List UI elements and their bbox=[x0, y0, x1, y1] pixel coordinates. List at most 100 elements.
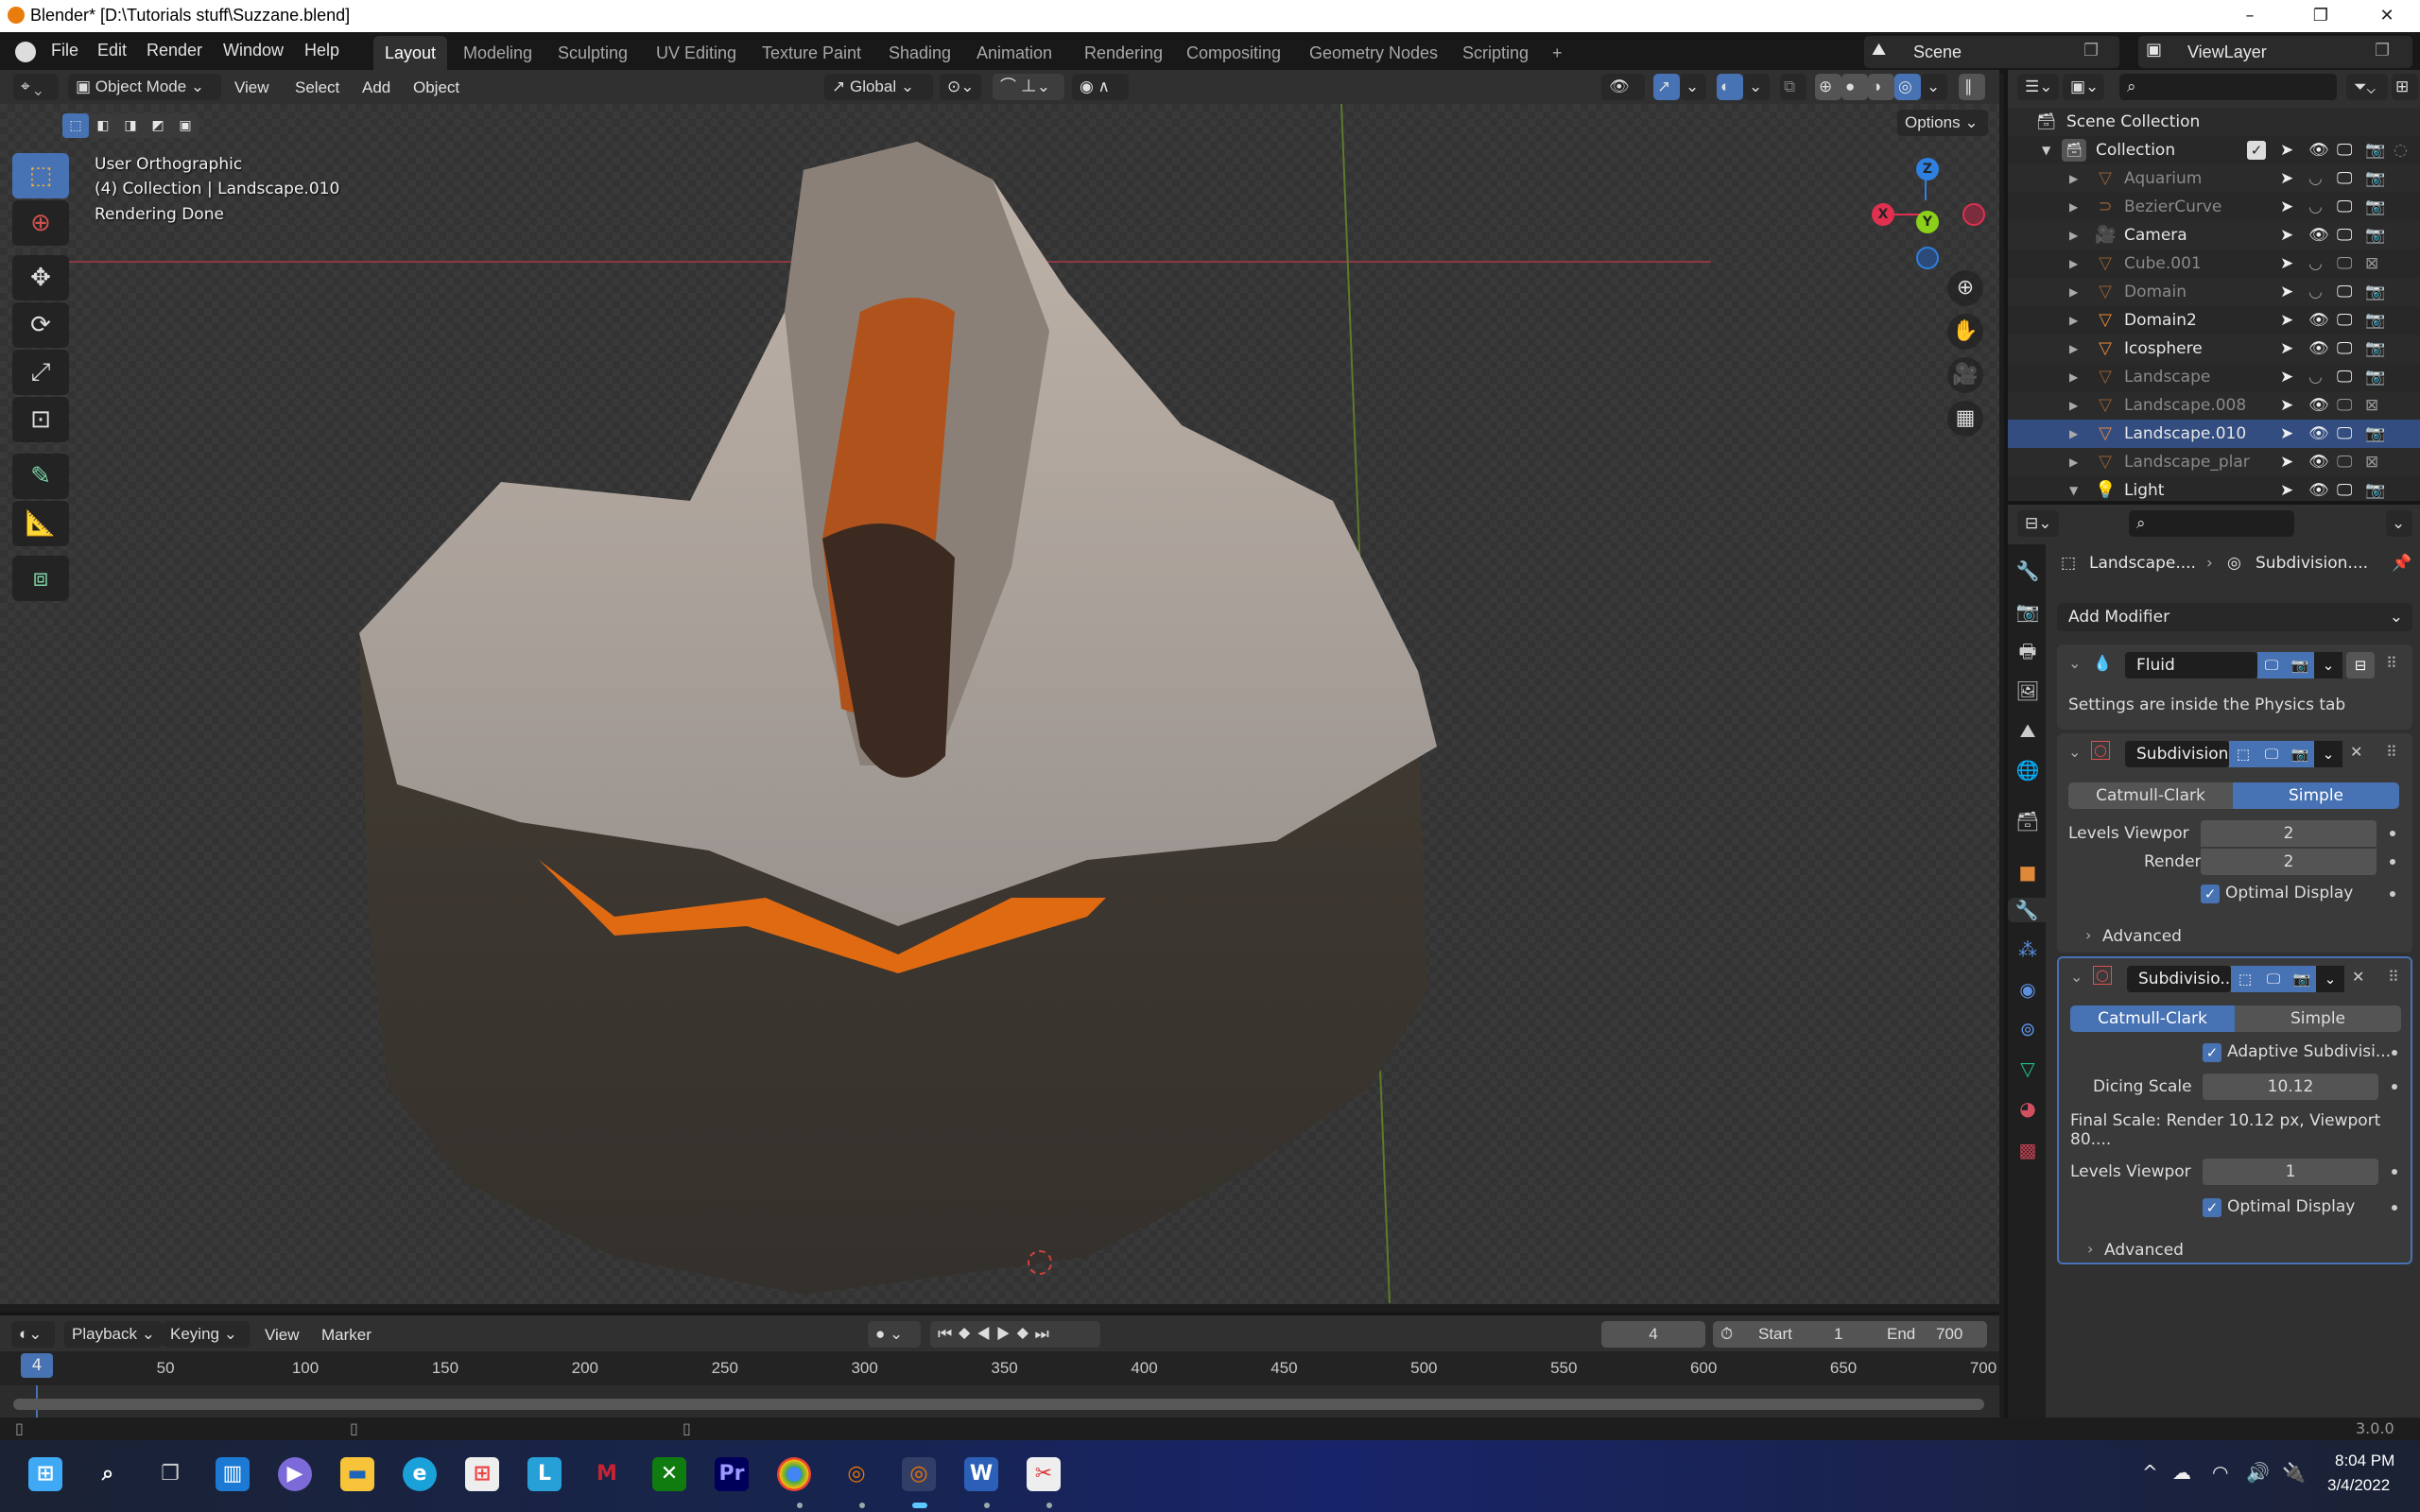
optimal-display-checkbox[interactable]: ✓ bbox=[2203, 1198, 2221, 1217]
l-app-button[interactable]: L bbox=[527, 1457, 562, 1491]
outliner-item[interactable]: ▶ ▽ Aquarium ➤ ◡ 🖵 📷 bbox=[2008, 164, 2420, 193]
selectable-icon[interactable]: ➤ bbox=[2280, 420, 2293, 448]
modifier-tab[interactable]: 🔧 bbox=[2008, 898, 2046, 922]
visibility-eye-icon[interactable]: 👁 bbox=[2308, 306, 2329, 335]
render-camera-icon[interactable]: 📷 bbox=[2365, 363, 2385, 391]
collection-tab[interactable]: 🗃 bbox=[2015, 809, 2040, 833]
outliner-item[interactable]: ▶ ⊃ BezierCurve ➤ ◡ 🖵 📷 bbox=[2008, 193, 2420, 221]
volume-icon[interactable]: 🔊 bbox=[2246, 1461, 2270, 1484]
select-intersect-button[interactable]: ▣ bbox=[172, 113, 199, 138]
holdout-icon[interactable]: ◌ bbox=[2394, 136, 2408, 164]
simple-option[interactable]: Simple bbox=[2235, 1005, 2401, 1032]
pause-render-button[interactable]: ∥ bbox=[1959, 74, 1985, 100]
options-dropdown[interactable]: Options ⌄ bbox=[1897, 110, 1988, 136]
tab-sculpting[interactable]: Sculpting bbox=[546, 36, 639, 70]
pan-view-button[interactable]: ✋ bbox=[1947, 314, 1983, 350]
dicing-scale-field[interactable]: 10.12 bbox=[2203, 1074, 2378, 1100]
3d-viewport[interactable]: ⬚ ◧ ◨ ◩ ▣ ⬚ ⊕ ✥ ⟳ ⤢ ⊡ ✎ 📐 ⧈ User Orthogr… bbox=[0, 104, 1999, 1304]
tab-compositing[interactable]: Compositing bbox=[1175, 36, 1292, 70]
expand-arrow-icon[interactable]: ▶ bbox=[2069, 249, 2078, 278]
shading-dropdown[interactable]: ⌄ bbox=[1921, 74, 1947, 100]
keying-menu[interactable]: Keying ⌄ bbox=[163, 1321, 250, 1348]
catmull-clark-option[interactable]: Catmull-Clark bbox=[2068, 782, 2233, 809]
file-explorer-button[interactable]: ▬ bbox=[340, 1457, 374, 1491]
subdivision-2-name-field[interactable]: Subdivisio... bbox=[2127, 966, 2236, 992]
tab-shading[interactable]: Shading bbox=[877, 36, 962, 70]
menu-file[interactable]: File bbox=[51, 41, 78, 60]
task-view-button[interactable]: ❐ bbox=[153, 1457, 187, 1491]
menu-render[interactable]: Render bbox=[147, 41, 202, 60]
next-keyframe-icon[interactable]: ◆ bbox=[1016, 1325, 1034, 1343]
render-camera-icon[interactable]: 📷 bbox=[2365, 335, 2385, 363]
outliner-item[interactable]: ▶ ▽ Icosphere ➤ 👁 🖵 📷 bbox=[2008, 335, 2420, 363]
view-layer-selector[interactable]: ▣ ViewLayer ❐ bbox=[2138, 36, 2412, 68]
viewport-toggle[interactable]: 🖵 bbox=[2257, 741, 2286, 767]
jump-start-icon[interactable]: ⏮ bbox=[938, 1325, 958, 1343]
end-frame-field[interactable]: 700 bbox=[1936, 1321, 1962, 1348]
viewport-monitor-icon[interactable]: 🖵 bbox=[2337, 363, 2352, 391]
keyframe-dot[interactable] bbox=[2392, 1050, 2397, 1056]
hidden-eye-icon[interactable]: ◡ bbox=[2308, 193, 2323, 221]
simple-option[interactable]: Simple bbox=[2233, 782, 2399, 809]
expand-arrow-icon[interactable]: ▶ bbox=[2069, 391, 2078, 420]
selectable-icon[interactable]: ➤ bbox=[2280, 391, 2293, 420]
selectable-icon[interactable]: ➤ bbox=[2280, 193, 2293, 221]
add-workspace-button[interactable]: + bbox=[1541, 36, 1574, 70]
viewport-monitor-icon[interactable]: 🖵 bbox=[2337, 164, 2352, 193]
blender-taskbar-button[interactable]: ◎ bbox=[839, 1457, 873, 1491]
viewport-monitor-icon[interactable]: 🖵 bbox=[2337, 193, 2352, 221]
fluid-viewport-toggle[interactable]: 🖵 bbox=[2257, 652, 2286, 679]
selectable-icon[interactable]: ➤ bbox=[2280, 335, 2293, 363]
minimize-button[interactable]: – bbox=[2221, 2, 2278, 30]
camera-view-button[interactable]: 🎥 bbox=[1947, 357, 1983, 393]
hidden-eye-icon[interactable]: ◡ bbox=[2308, 164, 2323, 193]
outliner-item[interactable]: ▶ ▽ Landscape.010 ➤ 👁 🖵 📷 bbox=[2008, 420, 2420, 448]
mode-selector[interactable]: ▣ Object Mode ⌄ bbox=[68, 74, 221, 100]
render-camera-icon[interactable]: 📷 bbox=[2365, 420, 2385, 448]
keyframe-dot[interactable] bbox=[2390, 859, 2395, 865]
render-camera-icon[interactable]: 📷 bbox=[2365, 306, 2385, 335]
scene-selector[interactable]: ⛰ Scene ❐ bbox=[1864, 36, 2119, 68]
transform-orientation-selector[interactable]: ↗ Global ⌄ bbox=[824, 74, 933, 100]
gizmo-x-ball[interactable]: X bbox=[1872, 203, 1894, 226]
select-invert-button[interactable]: ◩ bbox=[145, 113, 171, 138]
levels-viewport-field[interactable]: 1 bbox=[2203, 1159, 2378, 1185]
collapse-chevron-icon[interactable]: ⌄ bbox=[2070, 968, 2083, 986]
render-disabled-icon[interactable]: ⊠ bbox=[2365, 448, 2378, 476]
outliner-item[interactable]: ▶ ▽ Domain2 ➤ 👁 🖵 📷 bbox=[2008, 306, 2420, 335]
play-reverse-icon[interactable]: ◀ bbox=[977, 1325, 996, 1343]
render-toggle[interactable]: 📷 bbox=[2288, 966, 2316, 992]
visibility-eye-icon[interactable]: 👁 bbox=[2308, 335, 2329, 363]
render-camera-icon[interactable]: 📷 bbox=[2365, 164, 2385, 193]
outliner-item[interactable]: ▶ 🎥 Camera ➤ 👁 🖵 📷 bbox=[2008, 221, 2420, 249]
play-icon[interactable]: ▶ bbox=[996, 1325, 1016, 1343]
edge-button[interactable]: e bbox=[403, 1457, 437, 1491]
snipping-tool-button[interactable]: ✂ bbox=[1027, 1457, 1061, 1491]
expand-arrow-icon[interactable]: ▶ bbox=[2069, 363, 2078, 391]
catmull-clark-option[interactable]: Catmull-Clark bbox=[2070, 1005, 2235, 1032]
select-extend-button[interactable]: ◧ bbox=[90, 113, 116, 138]
expand-arrow-icon[interactable]: ▶ bbox=[2069, 278, 2078, 306]
shading-wireframe-button[interactable]: ⊕ bbox=[1815, 74, 1841, 100]
snap-button[interactable]: ⌒ ⊥⌄ bbox=[993, 74, 1064, 100]
viewport-monitor-icon[interactable]: 🖵 bbox=[2337, 420, 2352, 448]
selectable-icon[interactable]: ➤ bbox=[2280, 448, 2293, 476]
gizmo-dropdown[interactable]: ⌄ bbox=[1680, 74, 1706, 100]
annotate-tool[interactable]: ✎ bbox=[12, 454, 69, 499]
tab-texture-paint[interactable]: Texture Paint bbox=[751, 36, 873, 70]
editmode-toggle[interactable]: ⬚ bbox=[2231, 966, 2259, 992]
search-button[interactable]: ⌕ bbox=[91, 1457, 125, 1491]
optimal-display-checkbox[interactable]: ✓ bbox=[2201, 885, 2220, 903]
viewport-monitor-icon[interactable]: 🖵 bbox=[2337, 136, 2352, 164]
hidden-eye-icon[interactable]: ◡ bbox=[2308, 363, 2323, 391]
select-box-tool[interactable]: ⬚ bbox=[12, 153, 69, 198]
advanced-subpanel[interactable]: Advanced bbox=[2104, 1241, 2184, 1260]
collapse-chevron-icon[interactable]: ⌄ bbox=[2068, 743, 2081, 761]
selectable-icon[interactable]: ➤ bbox=[2280, 363, 2293, 391]
pin-icon[interactable]: 📌 bbox=[2392, 554, 2411, 573]
selectable-icon[interactable]: ➤ bbox=[2280, 306, 2293, 335]
menu-add[interactable]: Add bbox=[362, 78, 390, 97]
particles-tab[interactable]: ⁂ bbox=[2015, 937, 2040, 962]
clock-date[interactable]: 3/4/2022 bbox=[2327, 1476, 2390, 1495]
prev-keyframe-icon[interactable]: ◆ bbox=[958, 1325, 976, 1343]
